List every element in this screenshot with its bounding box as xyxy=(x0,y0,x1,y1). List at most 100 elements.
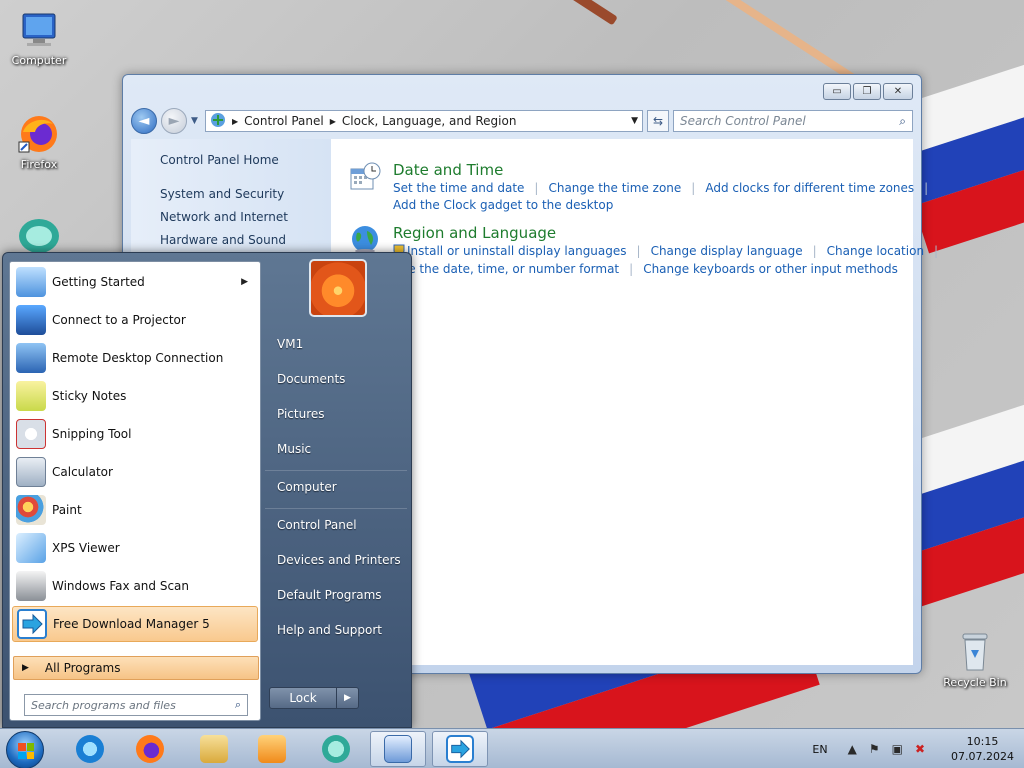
address-bar[interactable]: ▶ Control Panel ▶ Clock, Language, and R… xyxy=(205,110,643,132)
start-search-placeholder: Search programs and files xyxy=(31,698,176,712)
section-title-region-language[interactable]: Region and Language xyxy=(393,224,556,242)
link-change-time-zone[interactable]: Change the time zone xyxy=(548,181,681,195)
address-dropdown-icon[interactable]: ▼ xyxy=(631,116,638,126)
search-control-panel-input[interactable]: Search Control Panel ⌕ xyxy=(673,110,913,132)
search-icon[interactable]: ⌕ xyxy=(899,114,906,129)
show-hidden-icons-icon[interactable]: ▲ xyxy=(848,742,857,756)
nav-system-security[interactable]: System and Security xyxy=(160,187,284,201)
desktop-icon-label: Computer xyxy=(11,54,67,67)
breadcrumb-separator-icon: ▶ xyxy=(329,116,336,126)
desktop-icon-label: Firefox xyxy=(20,158,58,171)
program-calculator[interactable]: Calculator xyxy=(12,454,258,490)
shutdown-options-button[interactable]: ▶ xyxy=(337,687,359,709)
start-link-help-support[interactable]: Help and Support xyxy=(277,623,382,637)
taskbar-firefox[interactable] xyxy=(122,731,178,767)
desktop-icon-label: Recycle Bin xyxy=(943,676,1007,689)
volume-muted-icon[interactable]: ✖ xyxy=(915,742,925,756)
link-change-location[interactable]: Change location xyxy=(827,244,924,259)
clock-date: 07.07.2024 xyxy=(951,750,1014,763)
link-change-display-language[interactable]: Change display language xyxy=(651,244,803,259)
xps-viewer-icon xyxy=(16,533,46,563)
language-indicator[interactable]: EN xyxy=(812,743,827,756)
section-links-date-time-2: Add the Clock gadget to the desktop xyxy=(393,198,613,212)
globe-icon xyxy=(349,223,381,255)
program-snipping-tool[interactable]: Snipping Tool xyxy=(12,416,258,452)
fax-scanner-icon xyxy=(16,571,46,601)
link-set-time-date[interactable]: Set the time and date xyxy=(393,181,524,195)
program-free-download-manager[interactable]: Free Download Manager 5 xyxy=(12,606,258,642)
search-placeholder: Search Control Panel xyxy=(680,114,806,128)
paint-palette-icon xyxy=(16,495,46,525)
breadcrumb-control-panel[interactable]: Control Panel xyxy=(244,114,324,128)
taskbar-app[interactable] xyxy=(308,731,364,767)
lock-button[interactable]: Lock xyxy=(269,687,337,709)
all-programs-button[interactable]: ▶ All Programs xyxy=(13,656,259,680)
nav-hardware-sound[interactable]: Hardware and Sound xyxy=(160,233,286,247)
clock-time: 10:15 xyxy=(966,735,999,748)
control-panel-icon xyxy=(210,112,226,131)
program-remote-desktop[interactable]: Remote Desktop Connection xyxy=(12,340,258,376)
close-button[interactable]: ✕ xyxy=(883,83,913,100)
program-sticky-notes[interactable]: Sticky Notes xyxy=(12,378,258,414)
program-fax-scan[interactable]: Windows Fax and Scan xyxy=(12,568,258,604)
start-button[interactable] xyxy=(6,731,44,768)
nav-control-panel-home[interactable]: Control Panel Home xyxy=(160,153,279,167)
action-center-flag-icon[interactable]: ⚑ xyxy=(869,742,880,756)
file-explorer-icon xyxy=(200,735,228,763)
start-link-devices-printers[interactable]: Devices and Printers xyxy=(277,553,401,567)
link-change-keyboards[interactable]: Change keyboards or other input methods xyxy=(643,262,898,276)
lock-button-group: Lock ▶ xyxy=(269,687,359,709)
breadcrumb-clock-language-region[interactable]: Clock, Language, and Region xyxy=(342,114,517,128)
maximize-button[interactable]: ❐ xyxy=(853,83,881,100)
user-picture-flower[interactable] xyxy=(309,259,367,317)
forward-button[interactable]: ► xyxy=(161,108,187,134)
start-link-pictures[interactable]: Pictures xyxy=(277,407,325,421)
download-manager-icon xyxy=(446,735,474,763)
minimize-button[interactable]: ▭ xyxy=(823,83,851,100)
desktop-icon-computer[interactable]: Computer xyxy=(4,8,74,67)
all-programs-label: All Programs xyxy=(44,661,121,675)
taskbar-internet-explorer[interactable] xyxy=(62,731,118,767)
taskbar-file-explorer[interactable] xyxy=(186,731,242,767)
program-connect-projector[interactable]: Connect to a Projector xyxy=(12,302,258,338)
section-title-date-time[interactable]: Date and Time xyxy=(393,161,503,179)
start-link-user-folder[interactable]: VM1 xyxy=(277,337,303,351)
link-change-date-time-format[interactable]: nge the date, time, or number format xyxy=(393,262,619,276)
start-link-control-panel[interactable]: Control Panel xyxy=(277,518,357,532)
start-menu: Getting Started ▶ Connect to a Projector… xyxy=(2,252,412,728)
taskbar-control-panel[interactable] xyxy=(370,731,426,767)
breadcrumb-separator-icon: ▶ xyxy=(232,116,239,126)
media-player-icon xyxy=(258,735,286,763)
program-getting-started[interactable]: Getting Started ▶ xyxy=(12,264,258,300)
chevron-down-icon: ▼ xyxy=(191,116,198,126)
start-menu-programs-pane: Getting Started ▶ Connect to a Projector… xyxy=(9,261,261,721)
download-manager-icon xyxy=(17,609,47,639)
link-add-clock-gadget[interactable]: Add the Clock gadget to the desktop xyxy=(393,198,613,212)
desktop-icon-recycle-bin[interactable]: Recycle Bin xyxy=(940,630,1010,689)
program-label: Windows Fax and Scan xyxy=(52,579,190,593)
program-xps-viewer[interactable]: XPS Viewer xyxy=(12,530,258,566)
back-button[interactable]: ◄ xyxy=(131,108,157,134)
link-add-clocks[interactable]: Add clocks for different time zones xyxy=(705,181,914,195)
refresh-button[interactable]: ⇆ xyxy=(647,110,669,132)
nav-network-internet[interactable]: Network and Internet xyxy=(160,210,288,224)
all-programs-arrow-icon: ▶ xyxy=(22,663,29,673)
start-link-computer[interactable]: Computer xyxy=(277,480,337,494)
start-link-default-programs[interactable]: Default Programs xyxy=(277,588,382,602)
clock-calendar-icon xyxy=(349,161,381,193)
recent-pages-dropdown[interactable]: ▼ xyxy=(191,116,201,126)
start-link-music[interactable]: Music xyxy=(277,442,311,456)
link-install-display-languages[interactable]: Install or uninstall display languages xyxy=(407,244,627,259)
taskbar: EN ▲ ⚑ ▣ ✖ 10:15 07.07.2024 xyxy=(0,728,1024,768)
clock[interactable]: 10:15 07.07.2024 xyxy=(951,734,1014,764)
section-links-region-language: Install or uninstall display languages | … xyxy=(393,244,948,259)
start-link-documents[interactable]: Documents xyxy=(277,372,345,386)
start-search-input[interactable]: Search programs and files ⌕ xyxy=(24,694,248,716)
search-icon[interactable]: ⌕ xyxy=(235,698,241,712)
computer-monitor-icon xyxy=(17,8,61,52)
taskbar-media-player[interactable] xyxy=(244,731,300,767)
desktop-icon-firefox[interactable]: Firefox xyxy=(4,112,74,171)
network-icon[interactable]: ▣ xyxy=(892,742,903,756)
taskbar-download-manager[interactable] xyxy=(432,731,488,767)
program-paint[interactable]: Paint xyxy=(12,492,258,528)
